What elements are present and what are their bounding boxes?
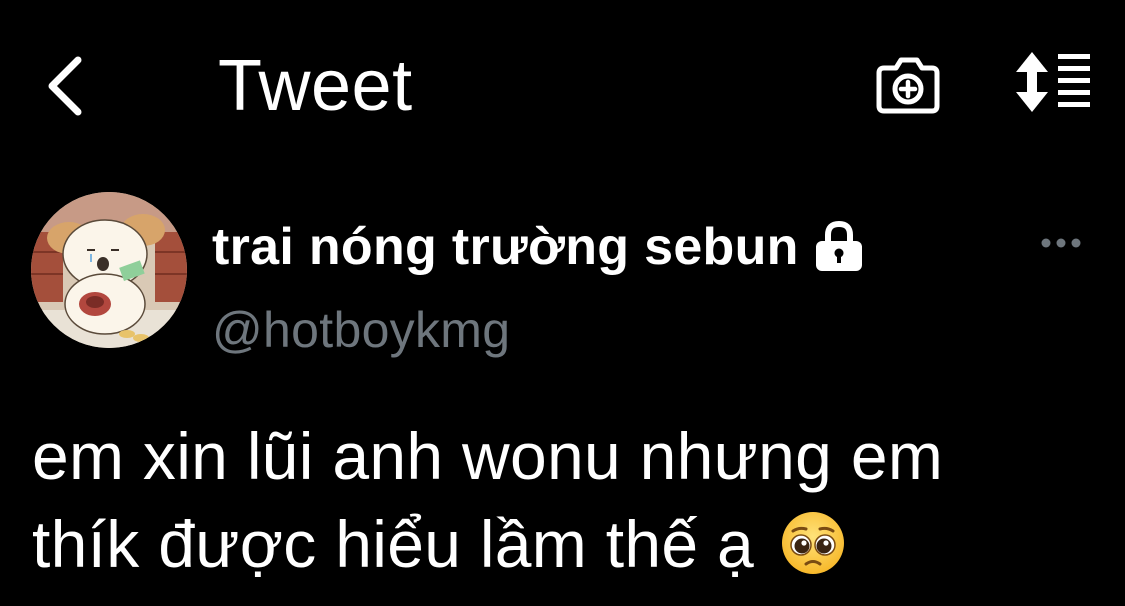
timeline-sort-button[interactable] [1010,52,1092,112]
author-display-name[interactable]: trai nóng trường sebun [212,215,799,279]
author-name-row: trai nóng trường sebun [212,212,867,282]
tweet-text-line: thík được hiểu lầm thế ạ [32,500,1092,588]
chevron-left-icon [48,56,82,116]
more-horizontal-icon [1041,238,1081,248]
top-bar: Tweet [0,0,1125,170]
sort-list-icon [1016,52,1090,112]
avatar-image [31,192,187,348]
pleading-face-emoji [781,512,844,574]
camera-button[interactable] [874,52,944,118]
tweet-text: em xin lũi anh wonu nhưng em thík được h… [32,412,1092,588]
author-handle[interactable]: @hotboykmg [212,300,510,360]
avatar[interactable] [31,192,187,348]
page-title: Tweet [218,46,413,126]
more-options-button[interactable] [1036,226,1086,260]
camera-plus-icon [876,57,940,114]
tweet-text-line: em xin lũi anh wonu nhưng em [32,419,944,493]
lock-icon [815,220,862,271]
tweet-text-line-content: thík được hiểu lầm thế ạ [32,507,755,581]
back-button[interactable] [40,50,96,120]
